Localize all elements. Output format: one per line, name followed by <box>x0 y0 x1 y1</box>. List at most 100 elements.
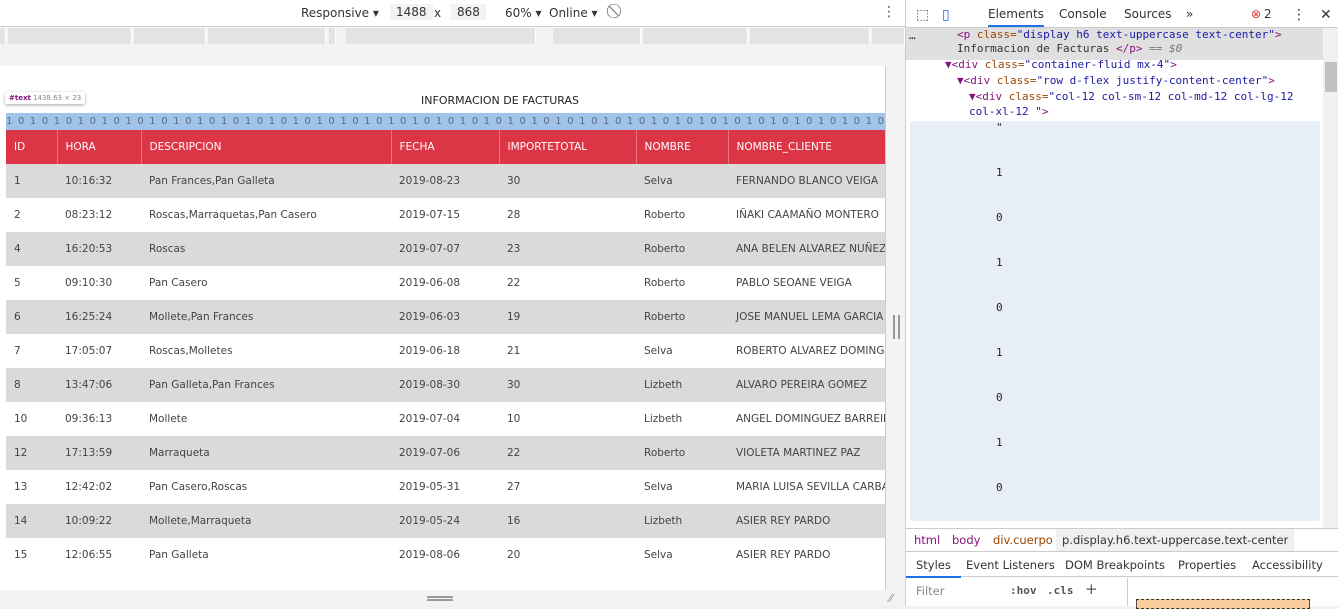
crumb-p[interactable]: p.display.h6.text-uppercase.text-center <box>1056 529 1295 551</box>
table-cell-fecha: 2019-05-31 <box>399 481 461 493</box>
device-select[interactable]: Responsive ▾ <box>301 6 379 20</box>
table-cell-hora: 13:47:06 <box>57 368 141 402</box>
devtools-panel: ⬚ ▯ Elements Console Sources » ⊗ 2 ⋮ ✕ …… <box>905 0 1338 609</box>
column-header[interactable]: IMPORTETOTAL <box>499 130 637 164</box>
close-icon[interactable]: ✕ <box>1320 7 1332 23</box>
table-row: 15 12:06:55 Pan Galleta 2019-08-06 20 Selva AS… <box>6 538 885 572</box>
dom-node-row[interactable]: ▼<div class="row d-flex justify-content-… <box>957 73 1275 89</box>
tab-console[interactable]: Console <box>1059 7 1107 21</box>
table-cell-nombre: Roberto <box>644 277 686 289</box>
table-row: 10 09:36:13 Mollete 2019-07-04 10 Lizbeth ANGE… <box>6 402 885 436</box>
table-row: 7 17:05:07 Roscas,Molletes 2019-06-18 21 Selv… <box>6 334 885 368</box>
tab-elements[interactable]: Elements <box>988 7 1044 27</box>
crumb-div[interactable]: div.cuerpo <box>993 533 1053 547</box>
styles-filter-input[interactable]: Filter <box>912 581 1000 603</box>
tab-event-listeners[interactable]: Event Listeners <box>966 558 1055 572</box>
tag: ▼<div <box>945 58 979 71</box>
attr-value: "row d-flex justify-content-center" <box>1036 74 1269 87</box>
inspect-element-icon[interactable]: ⬚ <box>916 7 929 23</box>
table-cell-nombre_cliente: ROBERTO ALVAREZ DOMINGUEZ <box>736 345 885 357</box>
table-cell-descripcion: Mollete,Marraqueta <box>141 504 391 538</box>
table-cell-hora: 10:16:32 <box>57 164 141 198</box>
error-count[interactable]: 2 <box>1264 7 1272 21</box>
table-cell-importetotal: 22 <box>499 436 636 470</box>
table-cell-id: 12 <box>6 436 57 470</box>
devtools-menu-icon[interactable]: ⋮ <box>1292 7 1306 23</box>
column-header[interactable]: DESCRIPCION <box>141 130 392 164</box>
column-header[interactable]: FECHA <box>391 130 500 164</box>
text-bit: 1 <box>996 436 1003 449</box>
scrollbar-thumb[interactable] <box>1325 62 1337 92</box>
dom-scrollbar[interactable] <box>1323 28 1338 528</box>
crumb-html[interactable]: html <box>914 533 940 547</box>
crumb-body[interactable]: body <box>952 533 980 547</box>
column-header[interactable]: HORA <box>57 130 142 164</box>
table-cell-fecha: 2019-08-23 <box>391 164 499 198</box>
tab-accessibility[interactable]: Accessibility <box>1252 558 1323 572</box>
column-header[interactable]: NOMBRE <box>636 130 729 164</box>
table-cell-importetotal: 22 <box>507 277 521 289</box>
table-cell-hora: 09:10:30 <box>65 277 113 289</box>
table-cell-importetotal: 20 <box>507 549 521 561</box>
table-row: 4 16:20:53 Roscas 2019-07-07 23 Roberto ANA BE… <box>6 232 885 266</box>
ellipsis-icon[interactable]: … <box>909 28 916 44</box>
tab-styles[interactable]: Styles <box>906 552 961 578</box>
table-cell-importetotal: 21 <box>507 345 521 357</box>
zoom-select[interactable]: 60% ▾ <box>505 6 542 20</box>
attr: class= <box>978 58 1025 71</box>
table-cell-nombre: Selva <box>636 164 728 198</box>
table-cell-id: 8 <box>6 368 57 402</box>
table-cell-nombre_cliente: IÑAKI CAAMAÑO MONTERO <box>736 209 879 221</box>
throttle-select[interactable]: Online ▾ <box>549 6 598 20</box>
dom-node-container[interactable]: ▼<div class="container-fluid mx-4"> <box>945 57 1177 73</box>
tooltip-node: #text <box>9 94 31 102</box>
attr-value: "container-fluid mx-4" <box>1024 58 1171 71</box>
tab-properties[interactable]: Properties <box>1178 558 1236 572</box>
attr-value: col-xl-12 " <box>969 105 1042 118</box>
zoom-label: 60% <box>505 6 532 20</box>
table-cell-nombre: Lizbeth <box>644 413 683 425</box>
tab-dom-breakpoints[interactable]: DOM Breakpoints <box>1065 558 1165 572</box>
table-cell-descripcion: Roscas,Molletes <box>149 345 233 357</box>
table-cell-fecha: 2019-07-07 <box>391 232 499 266</box>
dom-node-col[interactable]: ▼<div class="col-12 col-sm-12 col-md-12 … <box>969 89 1294 105</box>
table-cell-importetotal: 23 <box>499 232 636 266</box>
device-toggle-icon[interactable]: ▯ <box>942 7 950 23</box>
table-cell-nombre: Selva <box>644 481 673 493</box>
table-row: 6 16:25:24 Mollete,Pan Frances 2019-06-03 19… <box>6 300 885 334</box>
more-options-icon[interactable]: ⋮ <box>882 4 896 20</box>
table-cell-descripcion: Pan Galleta,Pan Frances <box>141 368 391 402</box>
text-bit: 0 <box>996 301 1003 314</box>
table-cell-nombre_cliente: ASIER REY PARDO <box>736 549 831 561</box>
selected-marker: == $0 <box>1142 42 1183 55</box>
table-cell-nombre_cliente: FERNANDO BLANCO VEIGA <box>728 164 885 198</box>
height-input[interactable]: 868 <box>451 4 486 20</box>
table-header-row: ID HORA DESCRIPCION FECHA IMPORTETOTAL NOMBRE… <box>6 130 885 164</box>
width-input[interactable]: 1488 <box>390 4 433 20</box>
table-cell-hora: 17:13:59 <box>57 436 141 470</box>
resize-corner-icon[interactable]: ⁄⁄ <box>889 592 893 605</box>
hov-toggle[interactable]: :hov <box>1010 584 1037 597</box>
resize-handle-bottom[interactable] <box>427 596 453 601</box>
quote: " <box>996 121 1003 134</box>
table-cell-fecha: 2019-08-30 <box>391 368 499 402</box>
page-title: INFORMACION DE FACTURAS <box>421 94 579 107</box>
table-cell-descripcion: Marraqueta <box>141 436 391 470</box>
tab-sources[interactable]: Sources <box>1124 7 1171 21</box>
new-rule-button[interactable]: + <box>1085 580 1098 598</box>
table-cell-descripcion: Pan Galleta <box>149 549 209 561</box>
text-node-highlight[interactable]: " 1 0 1 0 1 0 1 0 <box>910 121 1320 521</box>
media-query-bar[interactable] <box>0 28 905 44</box>
error-icon[interactable]: ⊗ <box>1251 7 1261 21</box>
table-cell-nombre: Selva <box>644 549 673 561</box>
more-tabs-icon[interactable]: » <box>1186 7 1193 21</box>
column-header[interactable]: NOMBRE_CLIENTE <box>728 130 885 164</box>
table-row: 5 09:10:30 Pan Casero 2019-06-08 22 Roberto PA… <box>6 266 885 300</box>
cls-toggle[interactable]: .cls <box>1047 584 1074 597</box>
resize-handle-right[interactable] <box>893 315 900 339</box>
table-cell-descripcion: Pan Casero <box>149 277 208 289</box>
column-header[interactable]: ID <box>6 130 58 164</box>
table-cell-importetotal: 16 <box>499 504 636 538</box>
dimension-separator: x <box>434 6 442 20</box>
table-cell-fecha: 2019-05-24 <box>391 504 499 538</box>
